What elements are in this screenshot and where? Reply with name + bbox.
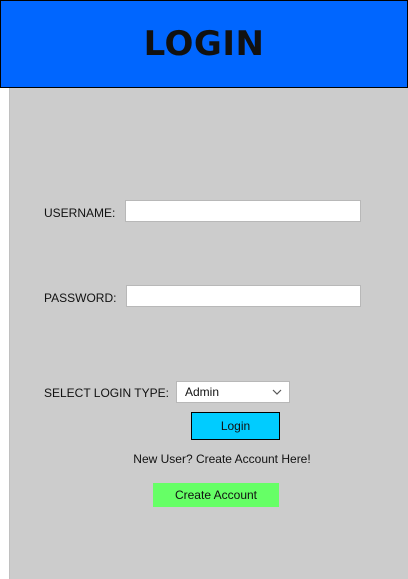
chevron-down-icon (271, 386, 283, 398)
create-account-button[interactable]: Create Account (153, 483, 279, 507)
page-title: LOGIN (143, 24, 265, 64)
header-bar: LOGIN (0, 0, 408, 88)
login-type-select[interactable]: Admin (176, 381, 290, 403)
login-type-label: SELECT LOGIN TYPE: (44, 386, 169, 400)
username-label: USERNAME: (44, 206, 116, 220)
username-field[interactable] (125, 200, 361, 222)
new-user-text: New User? Create Account Here! (133, 452, 311, 466)
password-field[interactable] (126, 285, 361, 307)
login-button[interactable]: Login (191, 412, 280, 440)
login-type-value: Admin (185, 385, 220, 399)
password-label: PASSWORD: (44, 291, 117, 305)
